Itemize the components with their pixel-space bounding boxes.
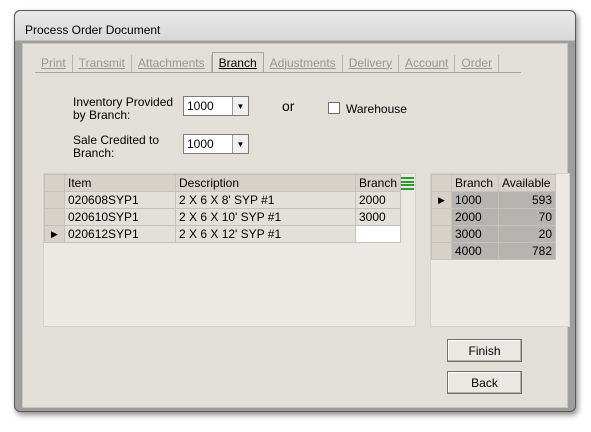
available-cell[interactable]: 782 <box>498 242 556 260</box>
chevron-down-icon[interactable]: ▼ <box>232 135 248 153</box>
row-selector[interactable] <box>44 208 65 226</box>
description-cell[interactable]: 2 X 6 X 12' SYP #1 <box>175 225 356 243</box>
available-cell[interactable]: 20 <box>498 225 556 243</box>
tab-adjustments[interactable]: Adjustments <box>264 55 343 73</box>
row-selector-header <box>431 174 452 192</box>
inventory-label-line2: by Branch: <box>73 108 131 122</box>
column-header-item[interactable]: Item <box>64 174 176 192</box>
warehouse-checkbox[interactable] <box>328 102 340 114</box>
tab-attachments[interactable]: Attachments <box>132 55 212 73</box>
branch-cell[interactable]: 2000 <box>451 208 499 226</box>
tab-delivery[interactable]: Delivery <box>343 55 400 73</box>
column-header-branch[interactable]: Branch <box>354 174 402 192</box>
tab-branch[interactable]: Branch <box>211 52 264 73</box>
column-chooser-icon[interactable] <box>401 177 414 190</box>
sale-label-line2: Branch: <box>73 146 115 160</box>
table-row[interactable]: 3000 20 <box>431 225 556 243</box>
warehouse-label[interactable]: Warehouse <box>346 102 407 116</box>
table-row[interactable]: 2000 70 <box>431 208 556 226</box>
available-cell[interactable]: 70 <box>498 208 556 226</box>
tab-order[interactable]: Order <box>455 55 500 73</box>
items-header-row: Item Description Branch <box>44 174 402 192</box>
column-header-branch[interactable]: Branch <box>451 174 499 192</box>
description-cell[interactable]: 2 X 6 X 8' SYP #1 <box>175 191 356 209</box>
chevron-down-icon[interactable]: ▼ <box>232 97 248 115</box>
branch-cell[interactable]: 3000 <box>451 225 499 243</box>
branch-cell[interactable]: 1000 <box>451 191 499 209</box>
branch-cell[interactable]: 3000 <box>354 208 402 226</box>
inventory-branch-combo[interactable]: 1000 ▼ <box>183 96 249 116</box>
table-row[interactable]: 4000 782 <box>431 242 556 260</box>
table-row[interactable]: ▶ 020612SYP1 2 X 6 X 12' SYP #1 <box>44 225 402 243</box>
tab-account[interactable]: Account <box>399 55 456 73</box>
branch-cell[interactable]: 4000 <box>451 242 499 260</box>
availability-header-row: Branch Available <box>431 174 556 192</box>
finish-button[interactable]: Finish <box>447 339 522 362</box>
column-header-available[interactable]: Available <box>498 174 556 192</box>
description-cell[interactable]: 2 X 6 X 10' SYP #1 <box>175 208 356 226</box>
back-button[interactable]: Back <box>447 371 522 394</box>
row-selector-header <box>44 174 65 192</box>
items-grid[interactable]: Item Description Branch 020608SYP1 2 X 6… <box>43 173 416 327</box>
tab-print[interactable]: Print <box>35 55 73 73</box>
tab-bar: Print Transmit Attachments Branch Adjust… <box>35 52 521 73</box>
item-cell[interactable]: 020610SYP1 <box>64 208 176 226</box>
table-row[interactable]: ▶ 1000 593 <box>431 191 556 209</box>
item-cell[interactable]: 020612SYP1 <box>64 225 176 243</box>
title-bar[interactable]: Process Order Document <box>15 11 575 41</box>
availability-grid[interactable]: Branch Available ▶ 1000 593 2000 70 3000… <box>430 173 570 327</box>
branch-cell[interactable]: 2000 <box>354 191 402 209</box>
row-selector[interactable] <box>431 225 452 243</box>
inventory-branch-value: 1000 <box>187 99 214 113</box>
row-selector[interactable] <box>44 191 65 209</box>
row-pointer-icon[interactable]: ▶ <box>431 191 452 209</box>
row-selector[interactable] <box>431 208 452 226</box>
table-row[interactable]: 020610SYP1 2 X 6 X 10' SYP #1 3000 <box>44 208 402 226</box>
window-title: Process Order Document <box>25 23 161 37</box>
availability-table: Branch Available ▶ 1000 593 2000 70 3000… <box>431 174 556 260</box>
items-table: Item Description Branch 020608SYP1 2 X 6… <box>44 174 402 243</box>
tab-transmit[interactable]: Transmit <box>73 55 132 73</box>
dialog-window: Process Order Document Print Transmit At… <box>14 10 576 412</box>
or-label: or <box>282 98 295 114</box>
table-row[interactable]: 020608SYP1 2 X 6 X 8' SYP #1 2000 <box>44 191 402 209</box>
dialog-body: Print Transmit Attachments Branch Adjust… <box>22 43 570 408</box>
available-cell[interactable]: 593 <box>498 191 556 209</box>
sale-branch-value: 1000 <box>187 137 214 151</box>
column-header-description[interactable]: Description <box>175 174 356 192</box>
item-cell[interactable]: 020608SYP1 <box>64 191 176 209</box>
tab-divider <box>35 72 521 73</box>
inventory-branch-label: Inventory Provided by Branch: <box>73 96 173 122</box>
branch-cell[interactable] <box>354 225 402 243</box>
row-pointer-icon[interactable]: ▶ <box>44 225 65 243</box>
sale-branch-combo[interactable]: 1000 ▼ <box>183 134 249 154</box>
row-selector[interactable] <box>431 242 452 260</box>
sale-branch-label: Sale Credited to Branch: <box>73 134 159 160</box>
